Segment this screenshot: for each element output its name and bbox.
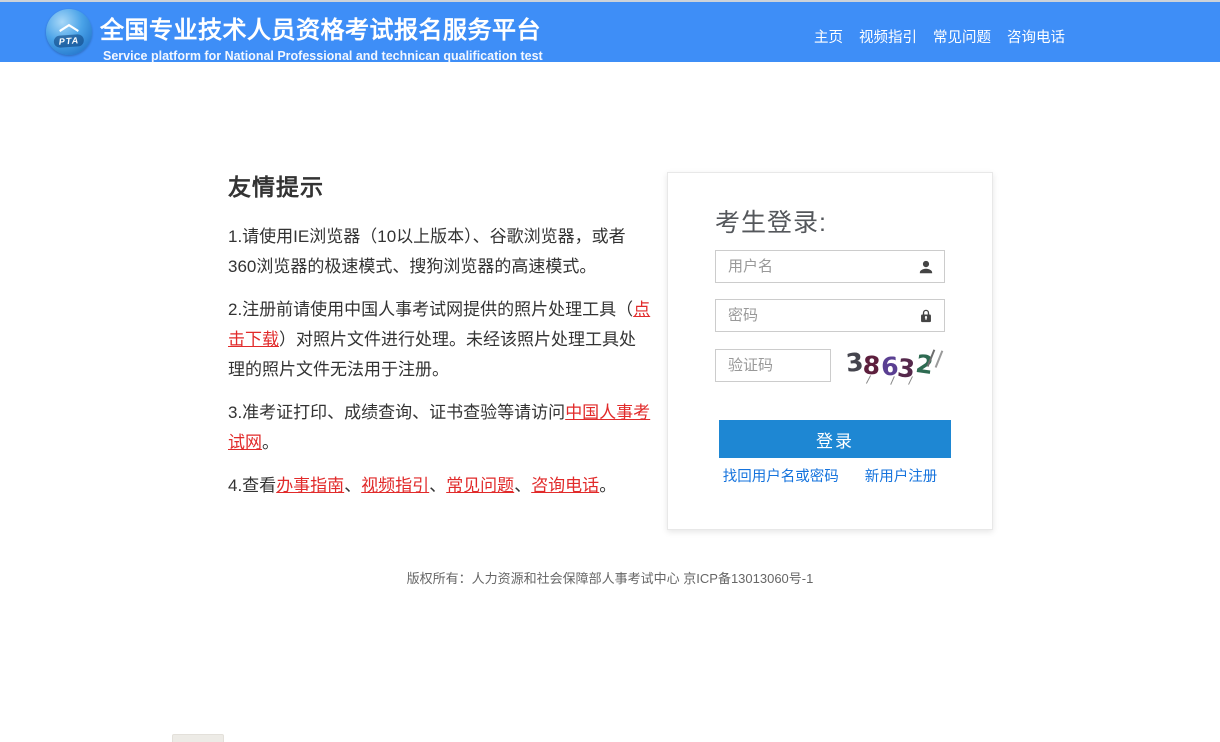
tip-cpta-text-post: 。 bbox=[262, 433, 279, 452]
captcha-digit: 8 bbox=[862, 351, 881, 380]
video-guide-link[interactable]: 视频指引 bbox=[361, 476, 429, 495]
register-link[interactable]: 新用户注册 bbox=[865, 465, 938, 486]
captcha-field-wrap bbox=[715, 349, 831, 382]
logo-arrow-icon: ︿ bbox=[59, 14, 79, 34]
tip-browser-text: 1.请使用IE浏览器（10以上版本）、谷歌浏览器，或者360浏览器的极速模式、搜… bbox=[228, 227, 626, 276]
tip-photo-text-pre: 2.注册前请使用中国人事考试网提供的照片处理工具（ bbox=[228, 300, 633, 319]
tip-photo-tool: 2.注册前请使用中国人事考试网提供的照片处理工具（点击下载）对照片文件进行处理。… bbox=[228, 295, 652, 385]
captcha-digit: 3 bbox=[896, 354, 916, 384]
lock-icon bbox=[917, 307, 935, 325]
nav-phone-link[interactable]: 咨询电话 bbox=[1007, 26, 1065, 47]
login-panel: 考生登录: 3 8 6 3 bbox=[667, 172, 993, 530]
tip-see-also-post: 。 bbox=[599, 476, 616, 495]
nav-faq-link[interactable]: 常见问题 bbox=[933, 26, 991, 47]
password-field-wrap bbox=[715, 299, 945, 332]
site-title-block: 全国专业技术人员资格考试报名服务平台 Service platform for … bbox=[100, 10, 543, 63]
tip-photo-text-post: ）对照片文件进行处理。未经该照片处理工具处理的照片文件无法用于注册。 bbox=[228, 330, 636, 379]
tip-cpta-text-pre: 3.准考证打印、成绩查询、证书查验等请访问 bbox=[228, 403, 565, 422]
user-icon bbox=[917, 258, 935, 276]
pta-logo-icon: ︿ PTA bbox=[46, 9, 92, 55]
footer-copyright: 版权所有：人力资源和社会保障部人事考试中心 京ICP备13013060号-1 bbox=[0, 568, 1220, 587]
logo-text: PTA bbox=[53, 34, 84, 48]
nav-home-link[interactable]: 主页 bbox=[814, 26, 843, 47]
captcha-input[interactable] bbox=[715, 349, 831, 382]
header: ︿ PTA 全国专业技术人员资格考试报名服务平台 Service platfor… bbox=[0, 0, 1220, 62]
captcha-noise-line bbox=[935, 350, 943, 367]
forgot-credentials-link[interactable]: 找回用户名或密码 bbox=[723, 465, 839, 486]
captcha-image[interactable]: 3 8 6 3 2 bbox=[846, 345, 948, 387]
separator: 、 bbox=[429, 476, 446, 495]
login-links-row: 找回用户名或密码 新用户注册 bbox=[668, 465, 992, 486]
login-button[interactable]: 登录 bbox=[719, 420, 951, 458]
service-guide-link[interactable]: 办事指南 bbox=[276, 476, 344, 495]
tip-cpta-site: 3.准考证打印、成绩查询、证书查验等请访问中国人事考试网。 bbox=[228, 398, 652, 458]
login-heading: 考生登录: bbox=[715, 203, 827, 239]
nav-video-guide-link[interactable]: 视频指引 bbox=[859, 26, 917, 47]
tip-see-also: 4.查看办事指南、视频指引、常见问题、咨询电话。 bbox=[228, 471, 652, 501]
phone-link[interactable]: 咨询电话 bbox=[531, 476, 599, 495]
site-title: 全国专业技术人员资格考试报名服务平台 bbox=[100, 10, 543, 45]
header-nav: 主页 视频指引 常见问题 咨询电话 bbox=[814, 26, 1065, 47]
username-field-wrap bbox=[715, 250, 945, 283]
password-input[interactable] bbox=[715, 299, 945, 332]
username-input[interactable] bbox=[715, 250, 945, 283]
site-subtitle: Service platform for National Profession… bbox=[103, 49, 543, 63]
separator: 、 bbox=[514, 476, 531, 495]
partially-visible-artifact bbox=[172, 734, 224, 742]
separator: 、 bbox=[344, 476, 361, 495]
tip-see-also-pre: 4.查看 bbox=[228, 476, 276, 495]
friendly-tips-section: 友情提示 1.请使用IE浏览器（10以上版本）、谷歌浏览器，或者360浏览器的极… bbox=[228, 168, 652, 514]
tips-heading: 友情提示 bbox=[228, 168, 652, 202]
captcha-digits: 3 8 6 3 2 bbox=[846, 349, 933, 377]
tip-browser: 1.请使用IE浏览器（10以上版本）、谷歌浏览器，或者360浏览器的极速模式、搜… bbox=[228, 222, 652, 282]
faq-link[interactable]: 常见问题 bbox=[446, 476, 514, 495]
